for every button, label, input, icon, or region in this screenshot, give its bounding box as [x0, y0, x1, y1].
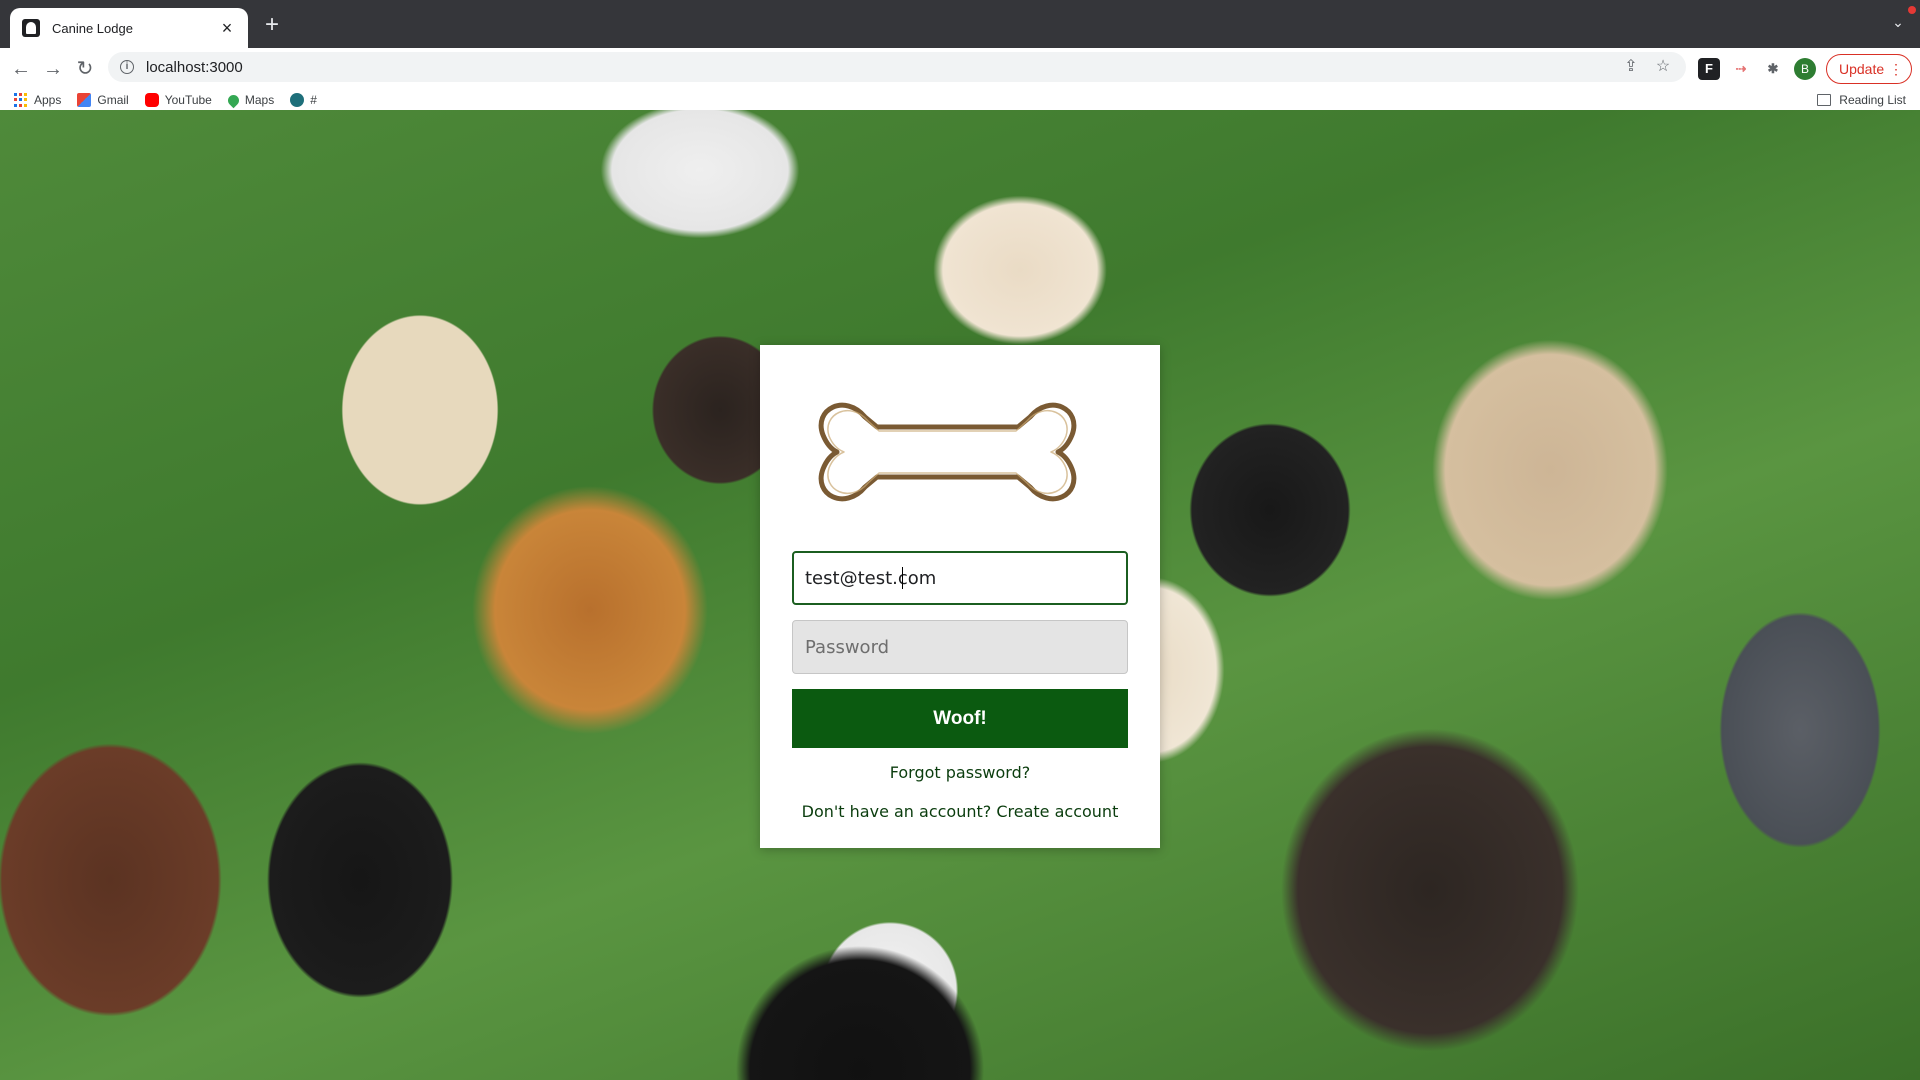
back-arrow-icon[interactable]: ← [8, 56, 34, 82]
site-info-icon[interactable]: i [120, 60, 134, 74]
login-card: Woof! Forgot password? Don't have an acc… [760, 345, 1160, 848]
maps-pin-icon [225, 92, 242, 108]
bookmark-gmail[interactable]: Gmail [77, 93, 129, 107]
password-field[interactable] [792, 620, 1128, 674]
bookmark-label: Apps [34, 93, 62, 107]
bookmark-label: YouTube [164, 93, 212, 107]
bookmark-star-icon[interactable]: ☆ [1652, 56, 1674, 78]
create-account-link[interactable]: Don't have an account? Create account [760, 802, 1160, 821]
update-label: Update [1839, 61, 1885, 77]
tab-close-icon[interactable]: × [218, 19, 236, 37]
extension-record-icon[interactable]: ⇢ [1730, 58, 1752, 80]
site-favicon-icon [22, 19, 40, 37]
browser-toolbar: ← → ↻ i localhost:3000 ⇪ ☆ F ⇢ ✱ B Updat… [0, 48, 1920, 90]
bone-logo-icon [818, 402, 1077, 502]
email-field[interactable] [792, 551, 1128, 605]
recording-indicator-icon [1908, 6, 1916, 14]
browser-tab[interactable]: Canine Lodge × [10, 8, 248, 48]
extension-f-icon[interactable]: F [1698, 58, 1720, 80]
bookmarks-bar: Apps Gmail YouTube Maps # Reading List [0, 90, 1920, 110]
forgot-password-link[interactable]: Forgot password? [760, 763, 1160, 782]
forward-arrow-icon[interactable]: → [40, 56, 66, 82]
login-submit-button[interactable]: Woof! [792, 689, 1128, 748]
share-icon[interactable]: ⇪ [1620, 56, 1642, 78]
url-text[interactable]: localhost:3000 [146, 59, 1610, 76]
extensions-puzzle-icon[interactable]: ✱ [1762, 58, 1784, 80]
bookmark-label: Maps [244, 93, 275, 107]
bookmark-label: # [310, 93, 317, 107]
tab-title: Canine Lodge [52, 20, 133, 36]
gmail-icon [77, 93, 92, 107]
tab-strip: Canine Lodge × + ⌄ [0, 0, 1920, 48]
site-globe-icon [290, 93, 305, 107]
bookmark-label: Gmail [97, 93, 129, 107]
profile-avatar[interactable]: B [1794, 58, 1816, 80]
reading-list-button[interactable]: Reading List [1817, 90, 1906, 110]
bookmark-hash[interactable]: # [290, 93, 317, 107]
reading-list-label: Reading List [1839, 93, 1906, 107]
tab-search-icon[interactable]: ⌄ [1888, 14, 1908, 34]
reading-list-icon [1817, 94, 1832, 106]
bookmark-maps[interactable]: Maps [225, 92, 275, 108]
more-menu-icon: ⋮ [1889, 61, 1903, 77]
youtube-icon [144, 93, 159, 107]
new-tab-button[interactable]: + [258, 12, 286, 40]
text-cursor [902, 567, 903, 589]
page-background-dogs-photo: Woof! Forgot password? Don't have an acc… [0, 110, 1920, 1080]
bookmark-apps[interactable]: Apps [14, 93, 61, 107]
address-bar[interactable]: i localhost:3000 ⇪ ☆ [108, 52, 1686, 82]
apps-grid-icon [14, 93, 28, 107]
bookmark-youtube[interactable]: YouTube [144, 93, 212, 107]
update-button[interactable]: Update ⋮ [1826, 54, 1912, 84]
reload-icon[interactable]: ↻ [72, 56, 98, 82]
